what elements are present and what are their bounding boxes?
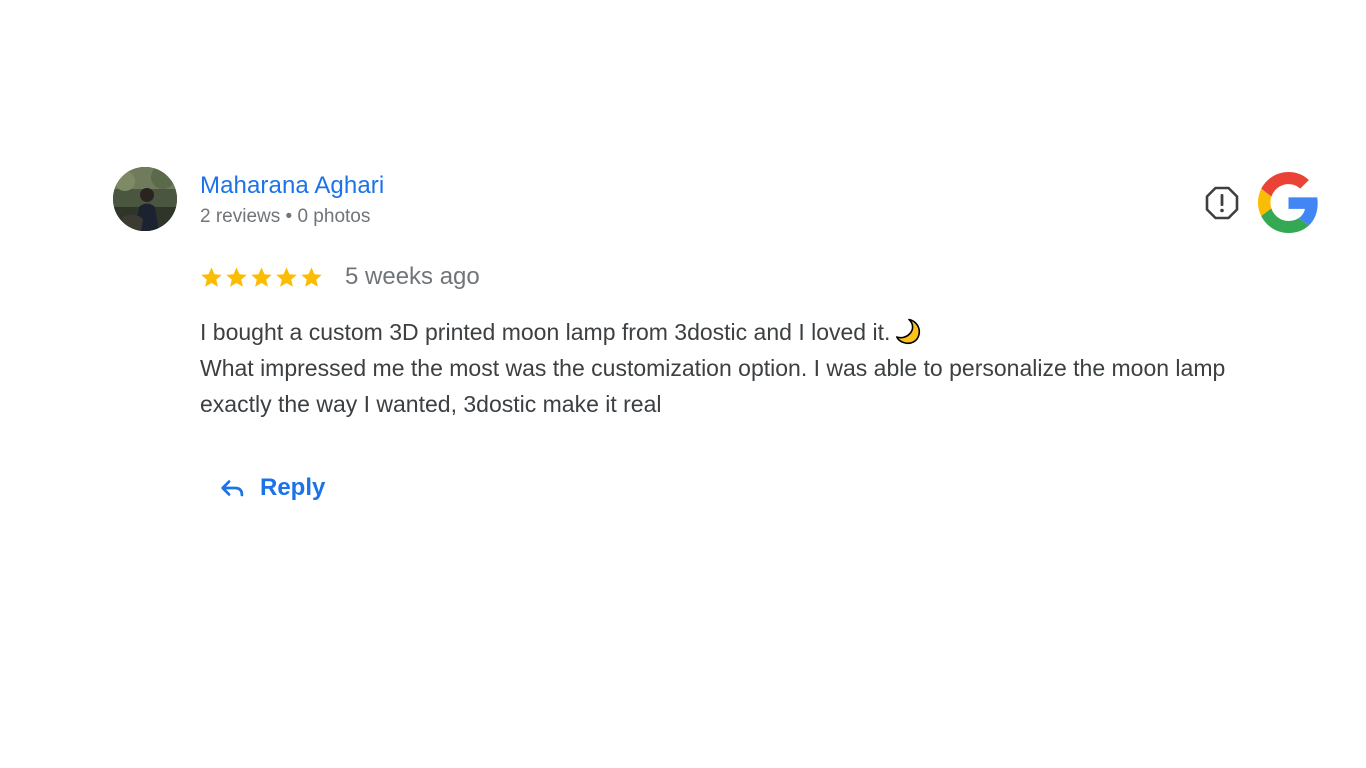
review-time: 5 weeks ago — [345, 263, 480, 290]
review-text-line1-content: I bought a custom 3D printed moon lamp f… — [200, 319, 891, 345]
star-icon — [276, 266, 297, 287]
reviewer-name[interactable]: Maharana Aghari — [200, 171, 384, 201]
reply-label: Reply — [260, 474, 326, 501]
review-text-line1: I bought a custom 3D printed moon lamp f… — [200, 314, 1260, 350]
reviewer-meta: 2 reviews • 0 photos — [200, 206, 371, 227]
star-rating — [200, 266, 323, 289]
star-icon — [201, 266, 222, 287]
user-photo-icon — [113, 167, 177, 231]
report-review-button[interactable] — [1203, 184, 1241, 222]
google-logo — [1258, 172, 1319, 233]
crescent-moon-emoji-icon — [896, 318, 921, 345]
rating-row: 5 weeks ago — [200, 262, 480, 292]
reviewer-avatar[interactable] — [113, 167, 177, 231]
google-logo-icon — [1258, 172, 1318, 233]
star-icon — [226, 266, 247, 287]
reply-arrow-icon — [221, 480, 244, 497]
review-text-line2: What impressed me the most was the custo… — [200, 355, 1226, 417]
star-icon — [251, 266, 272, 287]
reply-button[interactable]: Reply — [212, 467, 331, 509]
review-card: Maharana Aghari 2 reviews • 0 photos 5 w… — [0, 0, 1366, 768]
report-flag-icon — [1205, 186, 1239, 220]
review-text: I bought a custom 3D printed moon lamp f… — [200, 314, 1260, 422]
star-icon — [301, 266, 322, 287]
